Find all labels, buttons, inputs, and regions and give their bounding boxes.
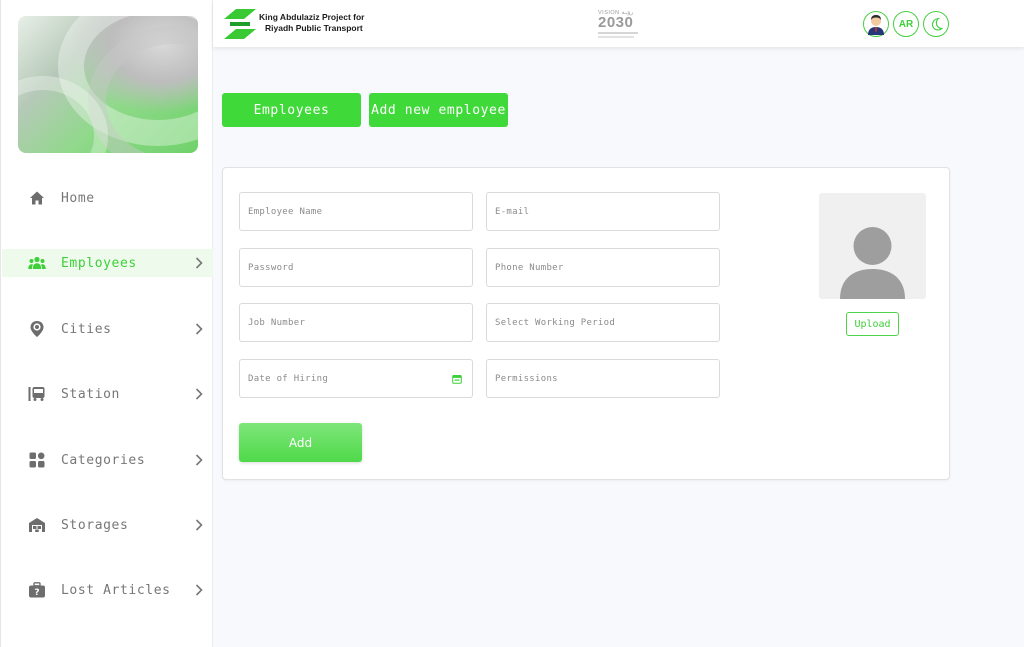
sidebar-item-storages[interactable]: Storages bbox=[2, 511, 213, 539]
sidebar: Home Employees Cities Station Categories bbox=[0, 0, 213, 647]
sidebar-item-label: Storages bbox=[61, 517, 129, 533]
transport-logo-icon[interactable] bbox=[222, 7, 258, 41]
date-of-hiring-field[interactable]: Date of Hiring bbox=[239, 359, 473, 398]
sidebar-item-label: Cities bbox=[61, 321, 112, 337]
sidebar-item-label: Employees bbox=[61, 255, 137, 271]
sidebar-item-label: Home bbox=[61, 190, 95, 206]
sidebar-item-label: Categories bbox=[61, 452, 146, 468]
chevron-right-icon bbox=[195, 454, 203, 466]
employee-name-field[interactable]: Employee Name bbox=[239, 192, 473, 231]
warehouse-icon bbox=[28, 516, 46, 534]
sidebar-item-cities[interactable]: Cities bbox=[2, 315, 213, 343]
user-silhouette-icon bbox=[840, 227, 905, 299]
phone-number-field[interactable]: Phone Number bbox=[486, 248, 720, 287]
vision-2030-logo: VISION رؤيـة 2030 bbox=[598, 10, 640, 38]
language-toggle-button[interactable]: AR bbox=[893, 11, 919, 37]
dark-mode-toggle-button[interactable] bbox=[923, 11, 949, 37]
chevron-right-icon bbox=[195, 519, 203, 531]
permissions-select[interactable]: Permissions bbox=[486, 359, 720, 398]
job-number-field[interactable]: Job Number bbox=[239, 303, 473, 342]
sidebar-item-station[interactable]: Station bbox=[2, 380, 213, 408]
employee-form-card: Employee Name E-mail Password Phone Numb… bbox=[222, 167, 950, 480]
home-icon bbox=[28, 189, 46, 207]
upload-photo-button[interactable]: Upload bbox=[846, 312, 899, 336]
sidebar-item-home[interactable]: Home bbox=[2, 184, 213, 212]
password-field[interactable]: Password bbox=[239, 248, 473, 287]
sidebar-item-label: Lost Articles bbox=[61, 582, 171, 598]
map-pin-icon bbox=[28, 320, 46, 338]
users-icon bbox=[28, 254, 46, 272]
brand-name: King Abdulaziz Project for Riyadh Public… bbox=[259, 12, 365, 33]
chevron-right-icon bbox=[195, 323, 203, 335]
sidebar-item-lost-articles[interactable]: ? Lost Articles bbox=[2, 576, 213, 604]
bus-icon bbox=[28, 385, 46, 403]
sidebar-item-categories[interactable]: Categories bbox=[2, 446, 213, 474]
working-period-select[interactable]: Select Working Period bbox=[486, 303, 720, 342]
chevron-right-icon bbox=[195, 257, 203, 269]
svg-text:?: ? bbox=[34, 588, 39, 598]
sidebar-banner-image bbox=[18, 16, 198, 153]
user-avatar[interactable] bbox=[863, 11, 889, 37]
chevron-right-icon bbox=[195, 388, 203, 400]
top-header: King Abdulaziz Project for Riyadh Public… bbox=[213, 0, 1024, 47]
add-new-employee-button[interactable]: Add new employee bbox=[369, 93, 508, 127]
sidebar-item-label: Station bbox=[61, 386, 120, 402]
employees-list-button[interactable]: Employees bbox=[222, 93, 361, 127]
email-field[interactable]: E-mail bbox=[486, 192, 720, 231]
chevron-right-icon bbox=[195, 584, 203, 596]
sidebar-item-employees[interactable]: Employees bbox=[2, 249, 213, 277]
add-employee-submit-button[interactable]: Add bbox=[239, 423, 362, 462]
lost-bag-icon: ? bbox=[28, 581, 46, 599]
calendar-icon[interactable] bbox=[452, 374, 462, 384]
employee-photo-placeholder bbox=[819, 193, 926, 299]
moon-icon bbox=[931, 17, 943, 31]
grid-icon bbox=[28, 451, 46, 469]
